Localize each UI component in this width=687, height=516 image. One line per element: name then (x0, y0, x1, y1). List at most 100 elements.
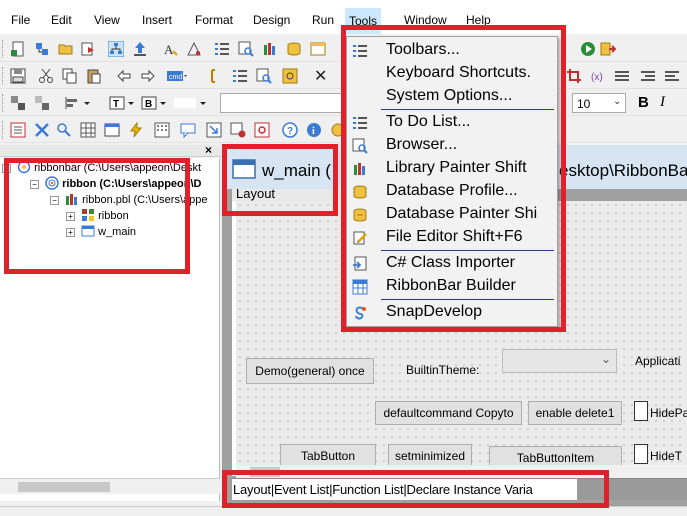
demo-button[interactable]: Demo(general) once (246, 358, 374, 384)
new-icon[interactable] (10, 41, 26, 57)
expand-icon[interactable]: + (66, 228, 75, 237)
collapse-icon[interactable]: − (30, 180, 39, 189)
chevron-down-icon[interactable]: ⌄ (613, 96, 621, 107)
menu-window[interactable]: Window (404, 13, 447, 27)
database-table-icon[interactable] (310, 41, 326, 57)
menu-design[interactable]: Design (253, 13, 290, 27)
run-icon[interactable] (580, 41, 596, 57)
comment-icon[interactable] (180, 122, 196, 138)
scrollbar-thumb[interactable] (250, 467, 280, 477)
hidepa-checkbox[interactable] (634, 401, 648, 421)
upload-icon[interactable] (132, 41, 148, 57)
tree-item-workspace[interactable]: − ribbonbar (C:\Users\appeon\Deskt (2, 160, 201, 174)
toolbar-grip[interactable] (2, 121, 5, 139)
arrange-icon[interactable] (10, 95, 26, 111)
outdent-icon[interactable] (640, 68, 656, 84)
redo-icon[interactable] (140, 68, 156, 84)
enable-delete-button[interactable]: enable delete1 (528, 401, 622, 425)
menu-view[interactable]: View (94, 13, 120, 27)
menu-help[interactable]: Help (466, 13, 491, 27)
menu-run[interactable]: Run (312, 13, 334, 27)
checklist-icon[interactable] (10, 122, 26, 138)
window-icon[interactable] (104, 122, 120, 138)
menu-item-system-options[interactable]: System Options... (347, 85, 557, 108)
menu-item-csharp-class-importer[interactable]: C# Class Importer (347, 252, 557, 275)
cut-icon[interactable] (38, 68, 54, 84)
variable-x-icon[interactable]: (x) (590, 68, 606, 84)
settings-window-icon[interactable] (254, 122, 270, 138)
menu-item-to-do-list[interactable]: To Do List... (347, 111, 557, 134)
toolbar-grip[interactable] (2, 67, 5, 85)
undo-icon[interactable] (116, 68, 132, 84)
help-icon[interactable]: ? (282, 122, 298, 138)
scrollbar-thumb[interactable] (18, 482, 110, 492)
inherit-icon[interactable] (34, 41, 50, 57)
paste-icon[interactable] (86, 68, 102, 84)
tree-item-ribbon[interactable]: + ribbon (66, 208, 129, 222)
text-color-dropdown-icon[interactable]: T (108, 95, 136, 111)
tree-item-library[interactable]: − ribbon.pbl (C:\Users\appe (50, 192, 207, 206)
color-icon[interactable] (330, 122, 346, 138)
collapse-icon[interactable]: − (50, 196, 59, 205)
chevron-down-icon[interactable]: ⌄ (601, 352, 611, 366)
menu-format[interactable]: Format (195, 13, 233, 27)
list-icon[interactable] (214, 41, 230, 57)
font-size-combobox[interactable]: 10 ⌄ (572, 93, 626, 113)
list-icon[interactable] (614, 68, 630, 84)
tools-icon[interactable] (34, 122, 50, 138)
crop-icon[interactable] (566, 68, 582, 84)
library-icon[interactable] (262, 41, 278, 57)
menu-file[interactable]: File (11, 13, 30, 27)
info-icon[interactable]: i (306, 122, 322, 138)
italic-button[interactable]: I (660, 94, 665, 111)
grid-dots-icon[interactable] (154, 122, 170, 138)
group-icon[interactable] (34, 95, 50, 111)
menu-item-snapdevelop[interactable]: SnapDevelop (347, 301, 557, 324)
hidet-checkbox[interactable] (634, 444, 648, 464)
expand-icon[interactable]: + (66, 212, 75, 221)
close-icon[interactable]: ✕ (314, 66, 327, 86)
list-icon[interactable] (232, 68, 248, 84)
horizontal-scrollbar[interactable] (0, 478, 220, 494)
search-object-icon[interactable] (56, 122, 72, 138)
align-dropdown-icon[interactable] (64, 95, 92, 111)
grid-icon[interactable] (80, 122, 96, 138)
font-a-icon[interactable]: A (162, 41, 178, 57)
lightning-icon[interactable] (128, 122, 144, 138)
tree-structure-icon[interactable] (108, 41, 124, 57)
bold-button[interactable]: B (638, 94, 649, 111)
menu-insert[interactable]: Insert (142, 13, 172, 27)
search-browse-icon[interactable] (238, 41, 254, 57)
menu-tools[interactable]: Tools (345, 8, 382, 34)
menu-edit[interactable]: Edit (51, 13, 72, 27)
collapse-icon[interactable]: − (2, 164, 11, 173)
menu-item-browser[interactable]: Browser... (347, 134, 557, 157)
database-icon[interactable] (286, 41, 302, 57)
bracket-icon[interactable] (208, 68, 224, 84)
menu-item-ribbonbar-builder[interactable]: RibbonBar Builder (347, 275, 557, 298)
background-color-dropdown-icon[interactable]: B (140, 95, 168, 111)
menu-item-library-painter[interactable]: Library Painter Shift (347, 157, 557, 180)
border-dropdown-icon[interactable] (172, 95, 208, 111)
open-icon[interactable] (58, 41, 74, 57)
menu-item-database-painter[interactable]: Database Painter Shi (347, 203, 557, 226)
tree-item-w-main[interactable]: + w_main (66, 224, 136, 238)
no-edit-icon[interactable] (230, 122, 246, 138)
copy-icon[interactable] (62, 68, 78, 84)
toolbar-grip[interactable] (2, 40, 5, 58)
horizontal-scrollbar[interactable] (236, 465, 687, 479)
menu-item-toolbars[interactable]: Toolbars... (347, 39, 557, 62)
menu-item-file-editor[interactable]: File Editor Shift+F6 (347, 226, 557, 249)
tree-item-target[interactable]: − ribbon (C:\Users\appeon\D (30, 176, 201, 190)
menu-item-keyboard-shortcuts[interactable]: Keyboard Shortcuts. (347, 62, 557, 85)
painter-tabs[interactable]: Layout|Event List|Function List|Declare … (233, 482, 533, 497)
save-icon[interactable] (10, 68, 26, 84)
arrow-in-icon[interactable] (206, 122, 222, 138)
builtin-theme-dropdown[interactable]: ⌄ (502, 349, 617, 373)
indent-icon[interactable] (664, 68, 680, 84)
command-button-icon[interactable]: cmd (166, 68, 188, 84)
font-name-combobox[interactable] (220, 93, 346, 113)
triangle-icon[interactable] (186, 41, 202, 57)
find-icon[interactable] (282, 68, 298, 84)
run-window-icon[interactable] (80, 41, 96, 57)
